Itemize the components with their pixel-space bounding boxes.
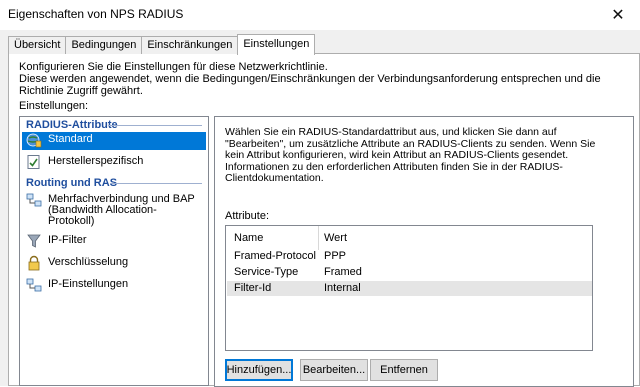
close-icon: ✕	[611, 7, 625, 24]
nav-item-ip-einstellungen[interactable]: IP-Einstellungen	[22, 277, 206, 295]
nav-item-herstellerspezifisch[interactable]: Herstellerspezifisch	[22, 154, 206, 172]
intro-line-1: Konfigurieren Sie die Einstellungen für …	[19, 61, 328, 73]
checklist-icon	[27, 155, 40, 169]
nav-label-ip-filter: IP-Filter	[48, 234, 87, 246]
attribute-value: PPP	[324, 250, 347, 262]
attribute-value: Framed	[324, 266, 362, 278]
tab-strip: Übersicht Bedingungen Einschränkungen Ei…	[8, 34, 316, 55]
network-icon	[26, 193, 42, 207]
settings-label: Einstellungen:	[19, 100, 89, 112]
attribute-description: Wählen Sie ein RADIUS-Standardattribut a…	[225, 126, 596, 184]
nav-item-mehrfachverbindung[interactable]: Mehrfachverbindung und BAP (Bandwidth Al…	[22, 192, 206, 228]
filter-icon	[27, 234, 41, 248]
attribute-name: Service-Type	[234, 266, 299, 278]
attribute-name: Filter-Id	[234, 282, 272, 294]
tab-uebersicht[interactable]: Übersicht	[8, 36, 67, 54]
table-row[interactable]: Framed-Protocol PPP	[227, 249, 592, 264]
network-icon	[26, 278, 42, 292]
globe-icon	[26, 133, 42, 148]
add-button[interactable]: Hinzufügen...	[225, 359, 293, 381]
table-row[interactable]: Filter-Id Internal	[227, 281, 592, 296]
nav-label-standard: Standard	[48, 133, 93, 145]
column-header-wert[interactable]: Wert	[324, 232, 347, 244]
tab-einstellungen[interactable]: Einstellungen	[237, 34, 316, 55]
nav-item-standard[interactable]: Standard	[22, 132, 206, 150]
group-header-routing-und-ras: Routing und RAS	[26, 177, 118, 189]
title-bar: Eigenschaften von NPS RADIUS ✕	[0, 0, 640, 30]
group-header-radius-attribute: RADIUS-Attribute	[26, 119, 118, 131]
group-divider	[108, 125, 202, 126]
nav-label-mehrfachverbindung: Mehrfachverbindung und BAP (Bandwidth Al…	[48, 193, 195, 227]
nav-label-herstellerspezifisch: Herstellerspezifisch	[48, 155, 144, 167]
column-divider[interactable]	[318, 226, 319, 250]
tab-panel-einstellungen: Konfigurieren Sie die Einstellungen für …	[8, 53, 640, 387]
attribute-name: Framed-Protocol	[234, 250, 316, 262]
attributes-table[interactable]: Name Wert Framed-Protocol PPP Service-Ty…	[225, 225, 593, 351]
nav-label-ip-einstellungen: IP-Einstellungen	[48, 278, 129, 290]
intro-line-2: Diese werden angewendet, wenn die Beding…	[19, 73, 601, 97]
intro-text: Konfigurieren Sie die Einstellungen für …	[19, 61, 634, 97]
lock-icon	[28, 255, 40, 271]
window-title: Eigenschaften von NPS RADIUS	[8, 7, 184, 21]
settings-detail-panel: Wählen Sie ein RADIUS-Standardattribut a…	[214, 116, 634, 387]
attributes-label: Attribute:	[225, 210, 270, 222]
group-divider	[110, 183, 202, 184]
nav-item-ip-filter[interactable]: IP-Filter	[22, 233, 206, 251]
tab-einschraenkungen[interactable]: Einschränkungen	[141, 36, 239, 54]
nav-item-verschluesselung[interactable]: Verschlüsselung	[22, 255, 206, 273]
table-row[interactable]: Service-Type Framed	[227, 265, 592, 280]
nav-label-verschluesselung: Verschlüsselung	[48, 256, 129, 268]
dialog-body: Konfigurieren Sie die Einstellungen für …	[0, 30, 640, 387]
attribute-value: Internal	[324, 282, 361, 294]
column-header-name[interactable]: Name	[234, 232, 263, 244]
remove-button[interactable]: Entfernen	[370, 359, 438, 381]
edit-button[interactable]: Bearbeiten...	[300, 359, 368, 381]
close-button[interactable]: ✕	[596, 0, 640, 30]
settings-nav-list[interactable]: RADIUS-Attribute Standard Herstellerspez…	[19, 116, 209, 386]
tab-bedingungen[interactable]: Bedingungen	[65, 36, 143, 54]
